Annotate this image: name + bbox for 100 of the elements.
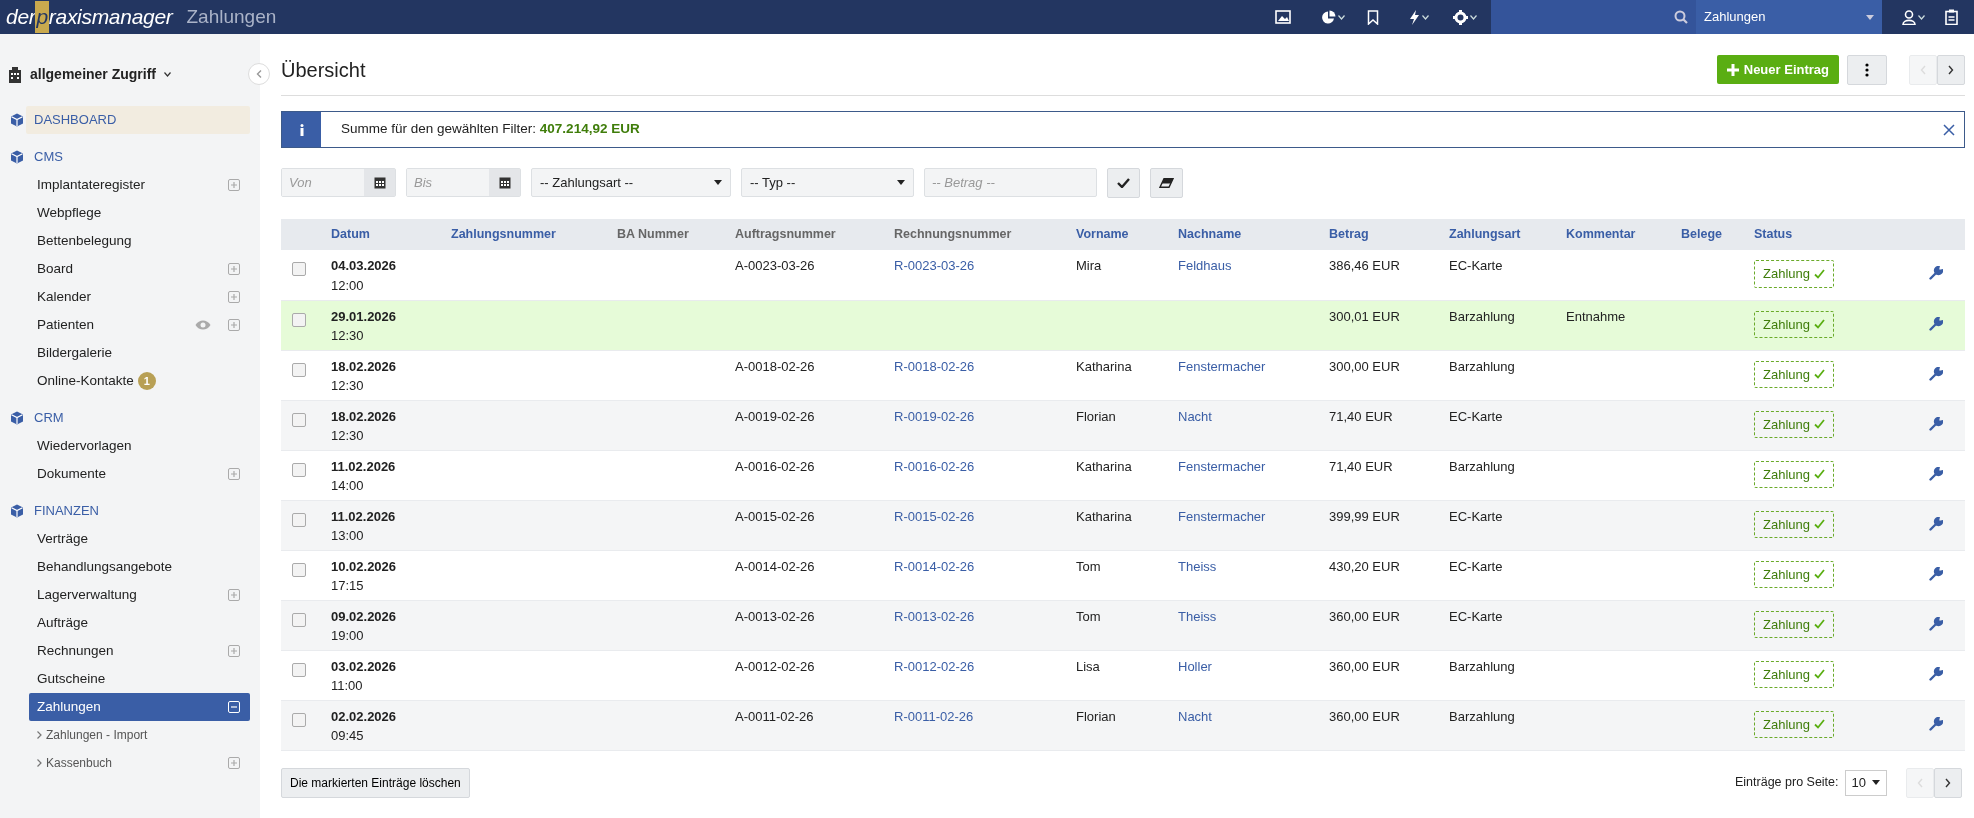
wrench-icon[interactable] <box>1929 366 1943 381</box>
apply-filter-button[interactable] <box>1107 168 1140 198</box>
date-field[interactable]: Von <box>281 168 396 197</box>
link[interactable]: Fenstermacher <box>1178 358 1266 374</box>
wrench-icon[interactable] <box>1929 416 1943 431</box>
amount-field[interactable]: -- Betrag -- <box>924 168 1097 197</box>
link[interactable]: Fenstermacher <box>1178 508 1266 524</box>
sidebar-item[interactable]: Bildergalerie <box>29 339 250 367</box>
link[interactable]: R-0012-02-26 <box>894 658 975 674</box>
select-field[interactable]: -- Zahlungsart -- <box>531 168 731 197</box>
sidebar-item[interactable]: Patienten <box>29 311 250 339</box>
wrench-icon[interactable] <box>1929 266 1943 280</box>
sidebar-item[interactable]: Webpflege <box>29 199 250 227</box>
row-checkbox[interactable] <box>292 362 306 377</box>
image-icon[interactable] <box>1275 10 1291 24</box>
row-checkbox[interactable] <box>292 562 306 577</box>
link[interactable]: Theiss <box>1178 608 1217 624</box>
column-header[interactable]: Status <box>1754 227 1793 242</box>
wrench-icon[interactable] <box>1929 466 1943 481</box>
wrench-icon[interactable] <box>1929 716 1943 731</box>
expand-icon[interactable] <box>228 645 240 657</box>
sidebar-item[interactable]: Bettenbelegung <box>29 227 250 255</box>
row-checkbox[interactable] <box>292 262 306 276</box>
link[interactable]: Holler <box>1178 658 1212 674</box>
link[interactable]: R-0019-02-26 <box>894 408 975 424</box>
wrench-icon[interactable] <box>1929 616 1943 631</box>
wrench-icon[interactable] <box>1929 316 1943 331</box>
more-button[interactable] <box>1847 54 1887 85</box>
next-button[interactable] <box>1934 767 1962 798</box>
row-checkbox[interactable] <box>292 662 306 677</box>
sidebar-item[interactable]: Zahlungen - Import <box>29 721 250 749</box>
expand-icon[interactable] <box>228 179 240 191</box>
sidebar-item[interactable]: Implantateregister <box>29 171 250 199</box>
per-page-select[interactable]: 10 <box>1844 769 1887 796</box>
link[interactable]: R-0016-02-26 <box>894 458 975 474</box>
bolt-icon[interactable] <box>1409 9 1420 25</box>
sidebar-item[interactable]: Behandlungsangebote <box>29 553 250 581</box>
sidebar-item[interactable]: Wiedervorlagen <box>29 432 250 460</box>
sidebar-item[interactable]: Gutscheine <box>29 665 250 693</box>
row-checkbox[interactable] <box>292 612 306 627</box>
link[interactable]: Nacht <box>1178 408 1212 424</box>
expand-icon[interactable] <box>228 263 240 275</box>
expand-icon[interactable] <box>228 319 240 331</box>
row-checkbox[interactable] <box>292 462 306 477</box>
sidebar-item[interactable]: Board <box>29 255 250 283</box>
clipboard-icon[interactable] <box>1945 9 1958 25</box>
search-field[interactable] <box>1491 0 1696 34</box>
date-field[interactable]: Bis <box>406 168 521 197</box>
link[interactable]: Theiss <box>1178 558 1217 574</box>
expand-icon[interactable] <box>228 757 240 769</box>
expand-icon[interactable] <box>228 291 240 303</box>
sidebar-item[interactable]: Online-Kontakte 1 <box>29 367 250 395</box>
sidebar-item[interactable]: Zahlungen <box>29 693 250 721</box>
link[interactable]: R-0023-03-26 <box>894 258 975 273</box>
module-select[interactable]: Zahlungen <box>1696 0 1882 34</box>
calendar-icon[interactable] <box>373 176 386 189</box>
link[interactable]: R-0018-02-26 <box>894 358 975 374</box>
section-heading[interactable]: DASHBOARD <box>26 106 250 134</box>
eye-icon[interactable] <box>195 320 211 330</box>
sidebar-item[interactable]: Dokumente <box>29 460 250 488</box>
row-checkbox[interactable] <box>292 312 306 327</box>
gear-icon[interactable] <box>1453 9 1468 25</box>
sidebar-item[interactable]: Rechnungen <box>29 637 250 665</box>
sidebar-item[interactable]: Lagerverwaltung <box>29 581 250 609</box>
calendar-icon[interactable] <box>498 176 511 189</box>
select-field[interactable]: -- Typ -- <box>741 168 914 197</box>
link[interactable]: R-0014-02-26 <box>894 558 975 574</box>
section-heading[interactable]: FINANZEN <box>26 497 260 525</box>
link[interactable]: R-0013-02-26 <box>894 608 975 624</box>
sidebar-item[interactable]: Aufträge <box>29 609 250 637</box>
link[interactable]: R-0015-02-26 <box>894 508 975 524</box>
link[interactable]: Fenstermacher <box>1178 458 1266 474</box>
link[interactable]: Nacht <box>1178 708 1212 724</box>
row-checkbox[interactable] <box>292 512 306 527</box>
wrench-icon[interactable] <box>1929 666 1943 681</box>
sidebar-item[interactable]: Kassenbuch <box>29 749 250 777</box>
link[interactable]: R-0011-02-26 <box>894 708 974 724</box>
wrench-icon[interactable] <box>1929 566 1943 581</box>
expand-icon[interactable] <box>228 468 240 480</box>
row-checkbox[interactable] <box>292 712 306 727</box>
bookmark-icon[interactable] <box>1367 9 1379 25</box>
delete-selected-button[interactable]: Die markierten Einträge löschen <box>281 767 470 798</box>
expand-icon[interactable] <box>228 589 240 601</box>
workspace-name[interactable]: allgemeiner Zugriff <box>30 64 157 85</box>
next-button[interactable] <box>1937 54 1965 85</box>
link[interactable]: Feldhaus <box>1178 258 1232 273</box>
reset-filter-button[interactable] <box>1150 168 1183 198</box>
close-button[interactable] <box>1942 122 1956 137</box>
sidebar-item[interactable]: Verträge <box>29 525 250 553</box>
section-heading[interactable]: CRM <box>26 404 260 432</box>
pie-chart-icon[interactable] <box>1321 9 1336 25</box>
row-checkbox[interactable] <box>292 412 306 427</box>
column-header[interactable]: Betrag <box>1329 227 1369 242</box>
collapse-button[interactable] <box>248 63 270 85</box>
sidebar-item[interactable]: Kalender <box>29 283 250 311</box>
collapse-icon[interactable] <box>228 701 240 713</box>
section-heading[interactable]: CMS <box>26 143 260 171</box>
user-icon[interactable] <box>1902 9 1916 25</box>
wrench-icon[interactable] <box>1929 516 1943 531</box>
column-header[interactable]: Datum <box>331 227 370 242</box>
